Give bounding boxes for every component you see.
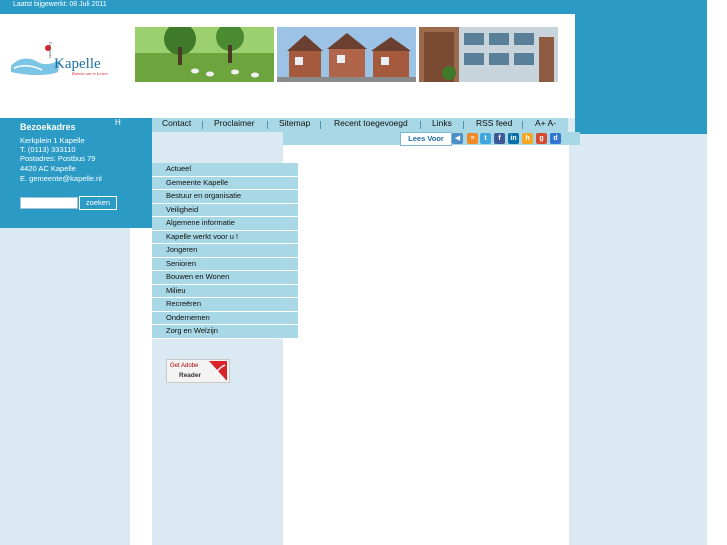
nav-proclaimer[interactable]: Proclaimer	[214, 118, 255, 132]
nav-rss-feed[interactable]: RSS feed	[476, 118, 512, 132]
google-icon[interactable]: g	[536, 133, 547, 144]
rss-icon[interactable]: ≡	[467, 133, 478, 144]
nav-separator	[420, 121, 421, 129]
search-input[interactable]	[20, 197, 78, 209]
menu-item-bouwen-wonen[interactable]: Bouwen en Wonen	[152, 271, 298, 285]
adobe-line1: Get Adobe	[170, 363, 199, 369]
share-toolbar: Lees Voor ◀ ≡ t f in h g d	[283, 132, 580, 146]
menu-item-zorg-welzijn[interactable]: Zorg en Welzijn	[152, 325, 298, 339]
nav-sitemap[interactable]: Sitemap	[279, 118, 310, 132]
menu-item-actueel[interactable]: Actueel	[152, 163, 298, 177]
logo-prefix-text: Gemeente	[48, 42, 53, 58]
nav-separator	[522, 121, 523, 129]
side-menu: Actueel Gemeente Kapelle Bestuur en orga…	[152, 163, 298, 339]
address-line-postcode: 4420 AC Kapelle	[20, 164, 76, 173]
linkedin-icon[interactable]: in	[508, 133, 519, 144]
header-photo-geese	[135, 27, 274, 82]
speaker-icon[interactable]: ◀	[452, 133, 463, 144]
nav-recent[interactable]: Recent toegevoegd	[334, 118, 408, 132]
search-button[interactable]: zoeken	[79, 196, 117, 210]
header-photo-houses	[277, 27, 416, 82]
adobe-line2: Reader	[179, 372, 202, 379]
nav-contact[interactable]: Contact	[162, 118, 191, 132]
logo-tagline-text: Ruimte om te Leven	[71, 71, 108, 76]
menu-item-ondernemen[interactable]: Ondernemen	[152, 311, 298, 325]
nav-separator	[267, 121, 268, 129]
nav-font-size[interactable]: A+ A-	[535, 118, 556, 132]
top-bar: Laatst bijgewerkt: 08 Juli 2011	[0, 0, 707, 14]
nav-separator	[463, 121, 464, 129]
lees-voor-button[interactable]: Lees Voor	[400, 132, 452, 146]
address-line-email[interactable]: E. gemeente@kapelle.nl	[20, 174, 102, 183]
menu-item-jongeren[interactable]: Jongeren	[152, 244, 298, 258]
adobe-reader-icon	[209, 361, 227, 381]
address-title: Bezoekadres	[20, 122, 76, 132]
menu-item-kapelle-werkt[interactable]: Kapelle werkt voor u !	[152, 230, 298, 244]
menu-item-veiligheid[interactable]: Veiligheid	[152, 203, 298, 217]
address-line-phone: T. (0113) 333110	[20, 145, 76, 154]
hyves-icon[interactable]: h	[522, 133, 533, 144]
facebook-icon[interactable]: f	[494, 133, 505, 144]
address-line-postbox: Postadres: Postbus 79	[20, 154, 96, 163]
header-photo-townhall	[419, 27, 558, 82]
logo-name-text: Kapelle	[54, 56, 101, 72]
main-content	[283, 145, 569, 545]
nav-home-partial[interactable]: H	[115, 118, 121, 127]
nav-separator	[202, 121, 203, 129]
twitter-icon[interactable]: t	[480, 133, 491, 144]
get-adobe-reader-badge[interactable]: Get Adobe Reader	[166, 359, 230, 383]
nav-separator	[320, 121, 321, 129]
menu-item-recreeren[interactable]: Recreëren	[152, 298, 298, 312]
delicious-icon[interactable]: d	[550, 133, 561, 144]
menu-item-algemene-informatie[interactable]: Algemene informatie	[152, 217, 298, 231]
address-panel: Bezoekadres Kerkplein 1 Kapelle T. (0113…	[0, 118, 152, 228]
menu-item-milieu[interactable]: Milieu	[152, 284, 298, 298]
menu-item-senioren[interactable]: Senioren	[152, 257, 298, 271]
address-line-street: Kerkplein 1 Kapelle	[20, 136, 85, 145]
menu-item-gemeente-kapelle[interactable]: Gemeente Kapelle	[152, 176, 298, 190]
kapelle-logo[interactable]: Gemeente Kapelle Ruimte om te Leven	[8, 32, 126, 80]
menu-item-bestuur[interactable]: Bestuur en organisatie	[152, 190, 298, 204]
nav-links[interactable]: Links	[432, 118, 452, 132]
page-edge	[707, 0, 727, 545]
last-updated-text: Laatst bijgewerkt: 08 Juli 2011	[13, 1, 107, 8]
header-right-strip	[575, 14, 707, 134]
top-nav: Contact Proclaimer Sitemap Recent toegev…	[152, 118, 568, 132]
